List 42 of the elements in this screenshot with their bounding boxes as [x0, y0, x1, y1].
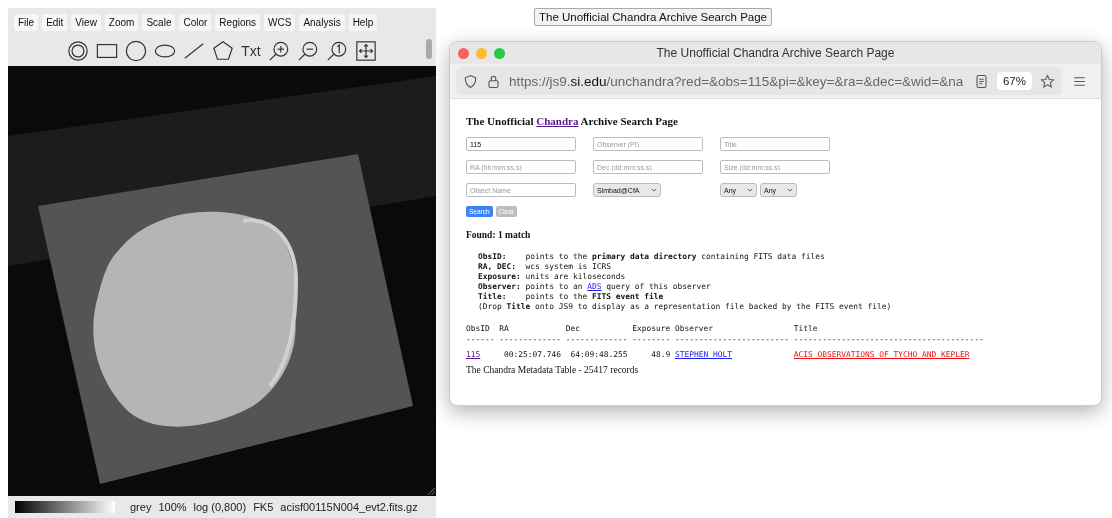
- status-text: acisf00115N004_evt2.fits.gz: [280, 501, 418, 513]
- page-heading: The Unofficial Chandra Archive Search Page: [466, 115, 679, 127]
- menu-item[interactable]: Edit: [42, 13, 68, 31]
- resize-grip-icon[interactable]: [426, 486, 435, 495]
- star-icon[interactable]: [1040, 73, 1055, 89]
- zoom-out-icon[interactable]: [296, 40, 319, 62]
- status-text: FK5: [253, 501, 274, 513]
- text-tool-button[interactable]: Txt: [241, 43, 261, 59]
- menu-item[interactable]: WCS: [264, 13, 296, 31]
- chevron-down-icon: [787, 188, 793, 192]
- menu-item[interactable]: Help: [348, 13, 378, 31]
- menu-item[interactable]: Regions: [215, 13, 261, 31]
- menu-item[interactable]: Scale: [142, 13, 176, 31]
- url-text: https://js9.si.edu/unchandra?red=&obs=115&pi=&key=&ra=&dec=&wid=&na: [509, 73, 965, 89]
- annulus-tool-icon[interactable]: [67, 40, 90, 62]
- reader-view-icon[interactable]: [973, 73, 989, 89]
- menu-item[interactable]: File: [14, 13, 39, 31]
- fit-icon[interactable]: [354, 40, 377, 62]
- zoom-in-icon[interactable]: [267, 40, 290, 62]
- polygon-tool-icon[interactable]: [212, 40, 235, 62]
- menu-item[interactable]: View: [71, 13, 101, 31]
- zoom-level-button[interactable]: 67%: [996, 72, 1032, 90]
- table-footer: The Chandra Metadata Table - 25417 records: [466, 365, 1085, 375]
- menu-item[interactable]: Analysis: [299, 13, 345, 31]
- status-text: log (0,800): [193, 501, 247, 513]
- circle-tool-icon[interactable]: [125, 40, 148, 62]
- shield-icon[interactable]: [463, 73, 478, 89]
- page-title-label: The Unofficial Chandra Archive Search Page: [534, 8, 772, 26]
- scrollbar-thumb[interactable]: [426, 39, 432, 59]
- line-tool-icon[interactable]: [183, 40, 206, 62]
- chevron-down-icon: [651, 188, 657, 192]
- chevron-down-icon: [747, 188, 753, 192]
- lock-icon[interactable]: [486, 73, 501, 89]
- menu-item[interactable]: Color: [179, 13, 212, 31]
- status-text: grey: [130, 501, 152, 513]
- result-count: Found: 1 match: [466, 230, 532, 240]
- address-bar[interactable]: https://js9.si.edu/unchandra?red=&obs=115&pi=&key=&ra=&dec=&wid=&na 67%: [456, 67, 1062, 95]
- window-title: The Unofficial Chandra Archive Search Page: [656, 46, 895, 60]
- zoom-one-icon[interactable]: [325, 40, 348, 62]
- menu-item[interactable]: Zoom: [104, 13, 139, 31]
- status-text: 100%: [158, 501, 187, 513]
- chandra-link[interactable]: Chandra: [536, 115, 579, 127]
